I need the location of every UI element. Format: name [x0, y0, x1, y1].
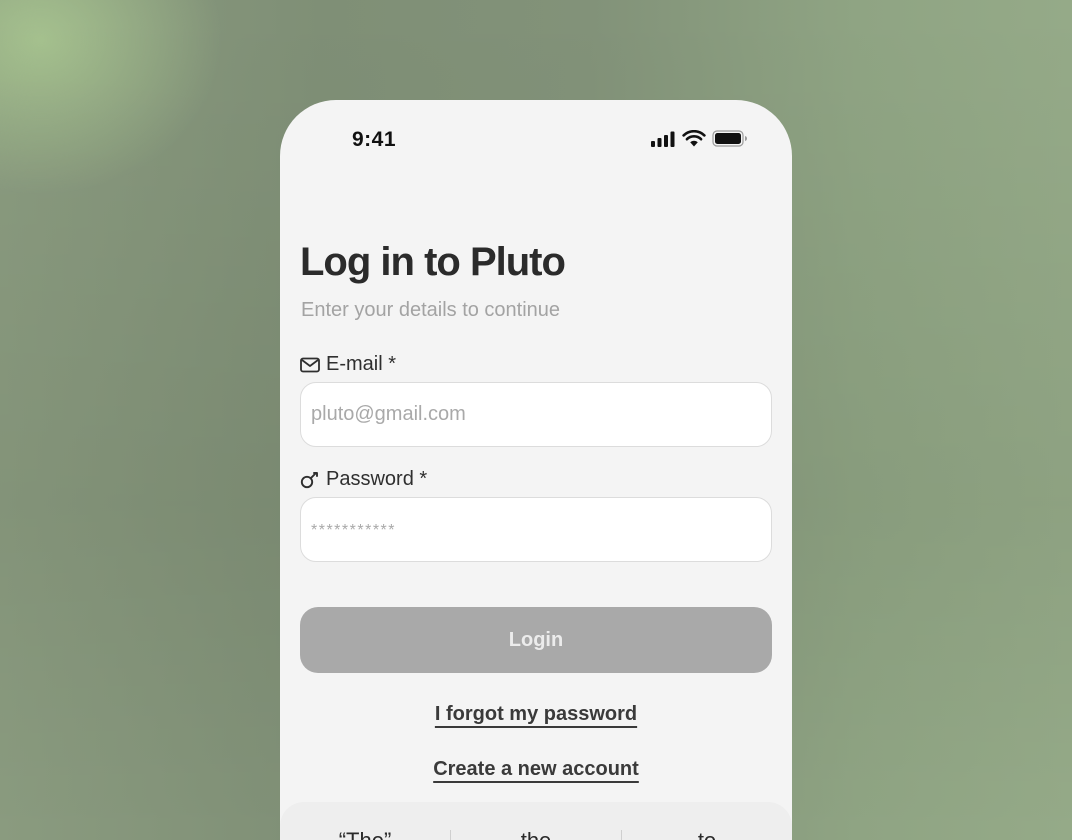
- email-field[interactable]: [300, 382, 772, 447]
- password-label: Password *: [300, 468, 427, 491]
- page-title: Log in to Pluto: [300, 240, 566, 284]
- cellular-signal-icon: [650, 131, 676, 147]
- suggestion-item[interactable]: “The”: [280, 828, 450, 840]
- keyboard: “The” the to: [280, 802, 792, 840]
- create-account-link[interactable]: Create a new account: [433, 758, 639, 780]
- status-icons: [650, 130, 748, 147]
- email-label: E-mail *: [300, 353, 396, 376]
- password-field[interactable]: [300, 497, 772, 562]
- status-time: 9:41: [352, 128, 397, 151]
- forgot-password-row: I forgot my password: [280, 703, 792, 726]
- email-label-text: E-mail *: [326, 353, 397, 375]
- page-subtitle: Enter your details to continue: [301, 299, 561, 321]
- status-bar: 9:41: [280, 100, 792, 184]
- create-account-row: Create a new account: [280, 758, 792, 781]
- suggestion-item[interactable]: to: [622, 828, 792, 840]
- forgot-password-link[interactable]: I forgot my password: [435, 703, 637, 725]
- key-icon: [300, 471, 320, 489]
- battery-icon: [712, 130, 748, 147]
- phone-screen: 9:41 Log in to Pluto Enter your details …: [280, 100, 792, 840]
- keyboard-suggestions: “The” the to: [280, 828, 792, 840]
- wifi-icon: [682, 130, 706, 147]
- login-button[interactable]: Login: [300, 607, 772, 673]
- mail-icon: [300, 357, 320, 373]
- password-label-text: Password *: [326, 468, 428, 490]
- suggestion-item[interactable]: the: [451, 828, 621, 840]
